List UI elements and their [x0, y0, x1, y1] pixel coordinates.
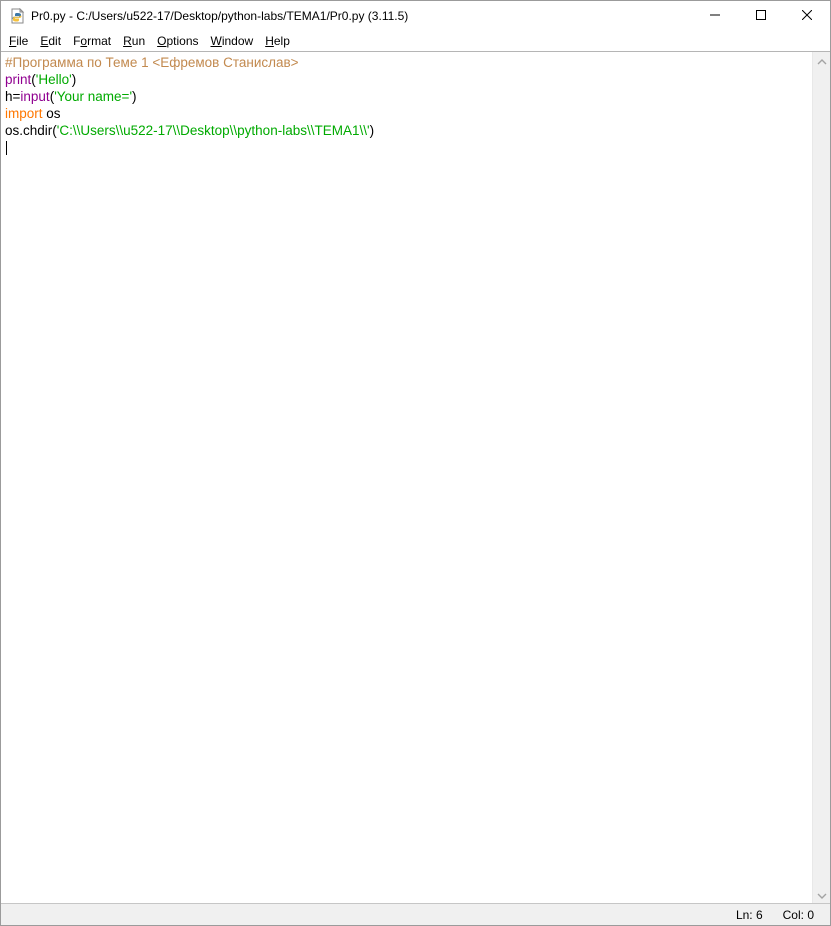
code-token-string: 'C:\\Users\\u522-17\\Desktop\\python-lab… [57, 123, 370, 138]
code-line[interactable]: print('Hello') [5, 71, 812, 88]
code-line[interactable]: import os [5, 105, 812, 122]
menu-window[interactable]: Window [205, 32, 260, 50]
code-token-plain: ) [72, 72, 77, 87]
maximize-icon [756, 7, 766, 25]
menu-format[interactable]: Format [67, 32, 117, 50]
minimize-button[interactable] [692, 1, 738, 31]
python-file-icon [9, 8, 25, 24]
code-editor[interactable]: #Программа по Теме 1 <Ефремов Станислав>… [1, 52, 813, 903]
code-line[interactable] [5, 139, 812, 156]
scroll-down-button[interactable] [813, 886, 830, 903]
code-token-plain: h= [5, 89, 20, 104]
code-token-plain: ) [132, 89, 137, 104]
window-title: Pr0.py - C:/Users/u522-17/Desktop/python… [31, 9, 692, 23]
scrollbar-track[interactable] [813, 69, 830, 886]
code-line[interactable]: h=input('Your name=') [5, 88, 812, 105]
code-token-builtin: print [5, 72, 31, 87]
menu-options[interactable]: Options [151, 32, 204, 50]
chevron-up-icon [817, 52, 827, 70]
code-token-comment: #Программа по Теме 1 <Ефремов Станислав> [5, 55, 299, 70]
code-token-plain: os [43, 106, 61, 121]
chevron-down-icon [817, 886, 827, 904]
scroll-up-button[interactable] [813, 52, 830, 69]
titlebar[interactable]: Pr0.py - C:/Users/u522-17/Desktop/python… [1, 1, 830, 31]
code-line[interactable]: #Программа по Теме 1 <Ефремов Станислав> [5, 54, 812, 71]
window-controls [692, 1, 830, 31]
close-icon [802, 7, 812, 25]
line-indicator: Ln: 6 [726, 908, 773, 922]
column-indicator: Col: 0 [773, 908, 824, 922]
code-token-string: 'Hello' [36, 72, 72, 87]
close-button[interactable] [784, 1, 830, 31]
vertical-scrollbar[interactable] [813, 52, 830, 903]
statusbar: Ln: 6 Col: 0 [1, 903, 830, 925]
code-token-builtin: input [20, 89, 49, 104]
text-cursor [6, 141, 7, 155]
code-token-string: 'Your name=' [54, 89, 132, 104]
editor-area: #Программа по Теме 1 <Ефремов Станислав>… [1, 52, 830, 903]
code-token-plain: os.chdir( [5, 123, 57, 138]
menu-file[interactable]: File [3, 32, 34, 50]
menu-edit[interactable]: Edit [34, 32, 67, 50]
minimize-icon [710, 7, 720, 25]
maximize-button[interactable] [738, 1, 784, 31]
idle-editor-window: Pr0.py - C:/Users/u522-17/Desktop/python… [0, 0, 831, 926]
code-token-plain: ) [370, 123, 375, 138]
code-token-keyword: import [5, 106, 43, 121]
code-line[interactable]: os.chdir('C:\\Users\\u522-17\\Desktop\\p… [5, 122, 812, 139]
menubar: FileEditFormatRunOptionsWindowHelp [1, 31, 830, 52]
menu-help[interactable]: Help [259, 32, 296, 50]
menu-run[interactable]: Run [117, 32, 151, 50]
